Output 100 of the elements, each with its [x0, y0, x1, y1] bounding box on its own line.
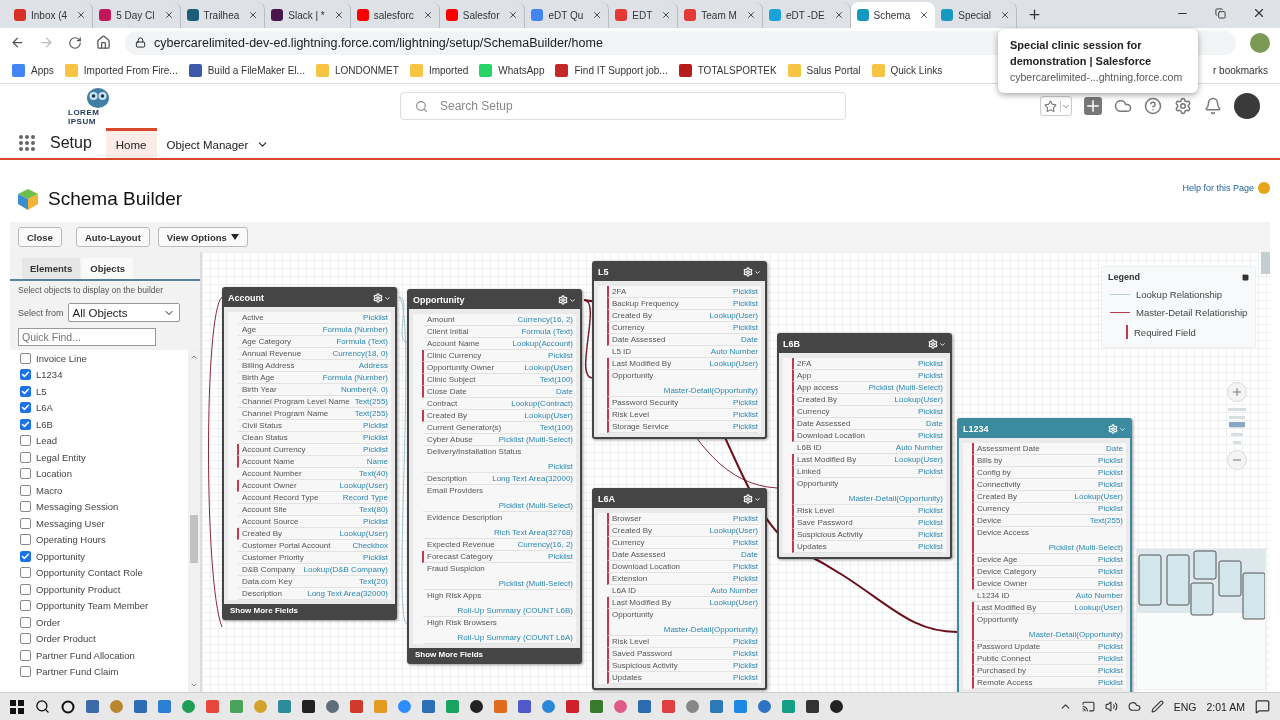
- object-checkbox-item[interactable]: Messaging User: [20, 515, 188, 532]
- speaker-icon[interactable]: [1104, 700, 1118, 713]
- notifications-icon[interactable]: [1255, 699, 1270, 714]
- gear-icon[interactable]: [558, 295, 576, 305]
- scroll-up-icon[interactable]: [190, 353, 198, 361]
- back-icon[interactable]: [10, 35, 25, 50]
- bell-icon[interactable]: [1204, 97, 1222, 115]
- bookmark[interactable]: WhatsApp: [479, 63, 545, 77]
- object-checkbox-item[interactable]: Order Product: [20, 630, 188, 647]
- field-type: Lookup(Account): [512, 338, 573, 349]
- app-icon[interactable]: [470, 700, 483, 713]
- bookmark[interactable]: Imported: [409, 63, 469, 77]
- settings-icon[interactable]: [1174, 97, 1192, 115]
- profile-avatar[interactable]: [1250, 32, 1270, 53]
- object-checkbox-item[interactable]: Lead: [20, 432, 188, 449]
- object-checkbox-item[interactable]: Opportunity Product: [20, 581, 188, 598]
- new-tab-icon[interactable]: [1027, 7, 1043, 22]
- object-card[interactable]: [222, 287, 397, 620]
- field-name: Civil Status: [242, 420, 282, 431]
- reload-icon[interactable]: [68, 35, 82, 50]
- object-checkbox-item[interactable]: Invoice Line: [20, 350, 188, 367]
- gear-icon[interactable]: [743, 267, 761, 277]
- object-checkbox-item[interactable]: Location: [20, 465, 188, 482]
- toolbar-button[interactable]: Close: [18, 227, 62, 247]
- add-icon[interactable]: [1084, 97, 1102, 115]
- object-checkbox-item[interactable]: L6A: [20, 399, 188, 416]
- object-checkbox-item[interactable]: Operating Hours: [20, 531, 188, 548]
- scroll-down-icon[interactable]: [190, 681, 198, 689]
- bookmark[interactable]: Quick Links: [871, 63, 943, 77]
- object-filter-select[interactable]: All Objects: [67, 303, 180, 322]
- help-link[interactable]: Help for this Page: [1182, 182, 1270, 194]
- bookmark[interactable]: TOTALSPORTEK: [678, 63, 777, 77]
- object-checkbox-item[interactable]: Order: [20, 614, 188, 631]
- language-indicator[interactable]: ENG: [1173, 700, 1197, 713]
- collapse-handle[interactable]: [1261, 252, 1270, 274]
- bookmark[interactable]: r bookmarks: [1213, 64, 1268, 76]
- field-name: Delivery/Installation Status: [427, 446, 523, 457]
- bookmark[interactable]: Build a FileMaker El...: [188, 63, 305, 77]
- field-type: Roll-Up Summary (COUNT L6A): [457, 632, 573, 643]
- object-checkbox-item[interactable]: Messaging Session: [20, 498, 188, 515]
- object-checkbox-item[interactable]: Partner Fund Claim: [20, 663, 188, 680]
- object-card[interactable]: [407, 289, 582, 664]
- object-checkbox-item[interactable]: Legal Entity: [20, 449, 188, 466]
- pen-icon[interactable]: [1150, 700, 1164, 713]
- object-card[interactable]: [592, 488, 767, 690]
- object-checkbox-item[interactable]: Opportunity Contact Role: [20, 564, 188, 581]
- gear-icon[interactable]: [743, 494, 761, 504]
- object-card[interactable]: [592, 261, 767, 439]
- home-icon[interactable]: [96, 35, 111, 50]
- toolbar-button[interactable]: Auto-Layout: [75, 227, 150, 247]
- browser-tab[interactable]: Schema: [850, 2, 936, 28]
- circle-icon[interactable]: [61, 699, 75, 714]
- search-field[interactable]: Search Setup: [400, 92, 846, 120]
- cloud-icon[interactable]: [1114, 97, 1132, 115]
- quick-find-field[interactable]: Quick Find...: [18, 328, 156, 346]
- show-more-fields-link[interactable]: Show More Fields: [409, 648, 580, 662]
- object-checkbox-item[interactable]: Opportunity Team Member: [20, 597, 188, 614]
- bookmark[interactable]: Salus Portal: [787, 63, 861, 77]
- caret-icon[interactable]: [1060, 100, 1071, 112]
- bookmark[interactable]: Find IT Support job...: [555, 63, 668, 77]
- panel-tab[interactable]: Elements: [22, 258, 81, 279]
- search-icon[interactable]: [35, 699, 50, 714]
- nav-tab[interactable]: Home: [105, 128, 157, 158]
- cloud-icon[interactable]: [1127, 700, 1141, 713]
- field-name: Currency: [977, 503, 1010, 514]
- field-name: Account Record Type: [242, 492, 319, 503]
- show-more-fields-link[interactable]: Show More Fields: [224, 604, 395, 618]
- field-type: Master-Detail(Opportunity): [663, 385, 758, 396]
- windows-icon[interactable]: [10, 699, 24, 714]
- app-icon[interactable]: [830, 700, 843, 713]
- bookmark[interactable]: Imported From Fire...: [64, 63, 178, 77]
- help-icon[interactable]: [1144, 97, 1162, 115]
- restore-icon[interactable]: [1215, 7, 1226, 19]
- clock[interactable]: 2:01 AM: [1206, 700, 1245, 713]
- object-card[interactable]: [777, 333, 952, 559]
- panel-tab[interactable]: Objects: [82, 258, 134, 279]
- cast-icon[interactable]: [1081, 700, 1095, 713]
- scrollbar-thumb[interactable]: [190, 515, 198, 563]
- object-checkbox-item[interactable]: Partner Fund Allocation: [20, 647, 188, 664]
- object-checkbox-item[interactable]: L5: [20, 383, 188, 400]
- object-checkbox-item[interactable]: L6B: [20, 416, 188, 433]
- field-name: Annual Revenue: [242, 348, 302, 359]
- gear-icon[interactable]: [373, 293, 391, 303]
- field-name: Download Location: [797, 430, 866, 441]
- object-checkbox-item[interactable]: L1234: [20, 366, 188, 383]
- object-checkbox-item[interactable]: Opportunity: [20, 548, 188, 565]
- gear-icon[interactable]: [928, 339, 946, 349]
- bookmark[interactable]: LONDONMET: [315, 63, 399, 77]
- field-name: Last Modified By: [612, 597, 672, 608]
- object-checkbox-item[interactable]: Macro: [20, 482, 188, 499]
- app-launcher-icon[interactable]: [18, 134, 36, 152]
- user-avatar[interactable]: [1234, 93, 1260, 119]
- field-name: D&B Company: [242, 564, 295, 575]
- star-icon[interactable]: [1044, 99, 1057, 113]
- view-options-button[interactable]: View Options: [157, 227, 248, 247]
- field-name: Active: [242, 312, 264, 323]
- favorites-button[interactable]: [1040, 96, 1072, 116]
- bookmark[interactable]: Apps: [12, 63, 54, 77]
- nav-tab[interactable]: Object Manager: [156, 128, 280, 158]
- field-name: Created By: [797, 394, 838, 405]
